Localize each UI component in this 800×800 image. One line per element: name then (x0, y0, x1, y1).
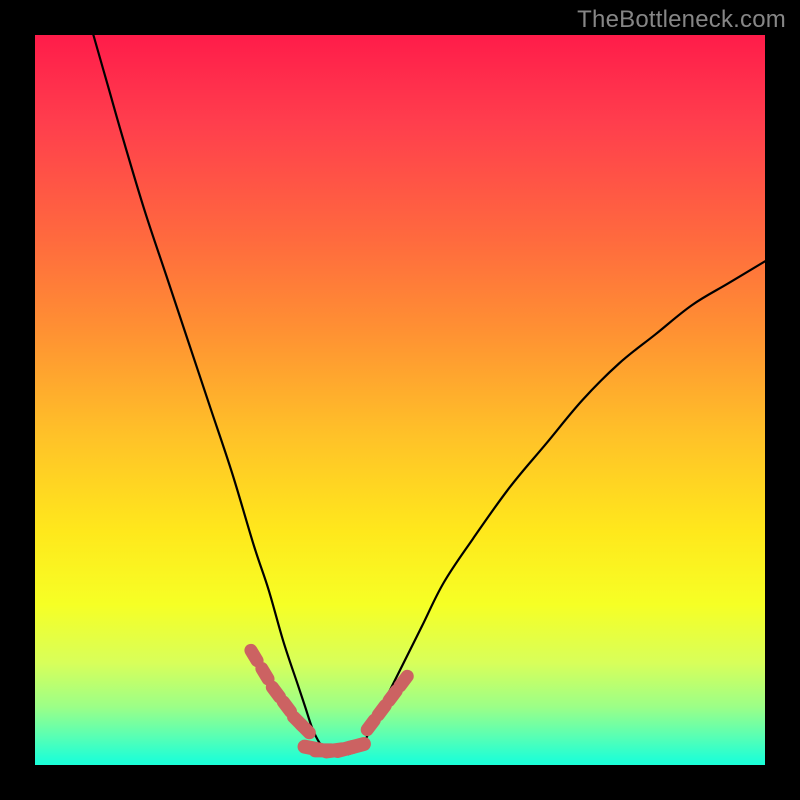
marker-dot (348, 744, 363, 748)
marker-dot (367, 720, 374, 730)
marker-dot (378, 705, 385, 715)
curve-line (93, 35, 765, 754)
marker-dot (400, 676, 407, 686)
marker-dot (262, 669, 268, 679)
plot-area (35, 35, 765, 765)
marker-dot (283, 702, 290, 712)
marker-dot (301, 724, 309, 732)
marker-dot (389, 691, 396, 701)
watermark-label: TheBottleneck.com (577, 6, 786, 34)
marker-group (251, 650, 407, 751)
chart-svg (35, 35, 765, 765)
marker-dot (251, 650, 257, 660)
marker-dot (272, 687, 279, 697)
chart-frame: TheBottleneck.com (0, 0, 800, 800)
